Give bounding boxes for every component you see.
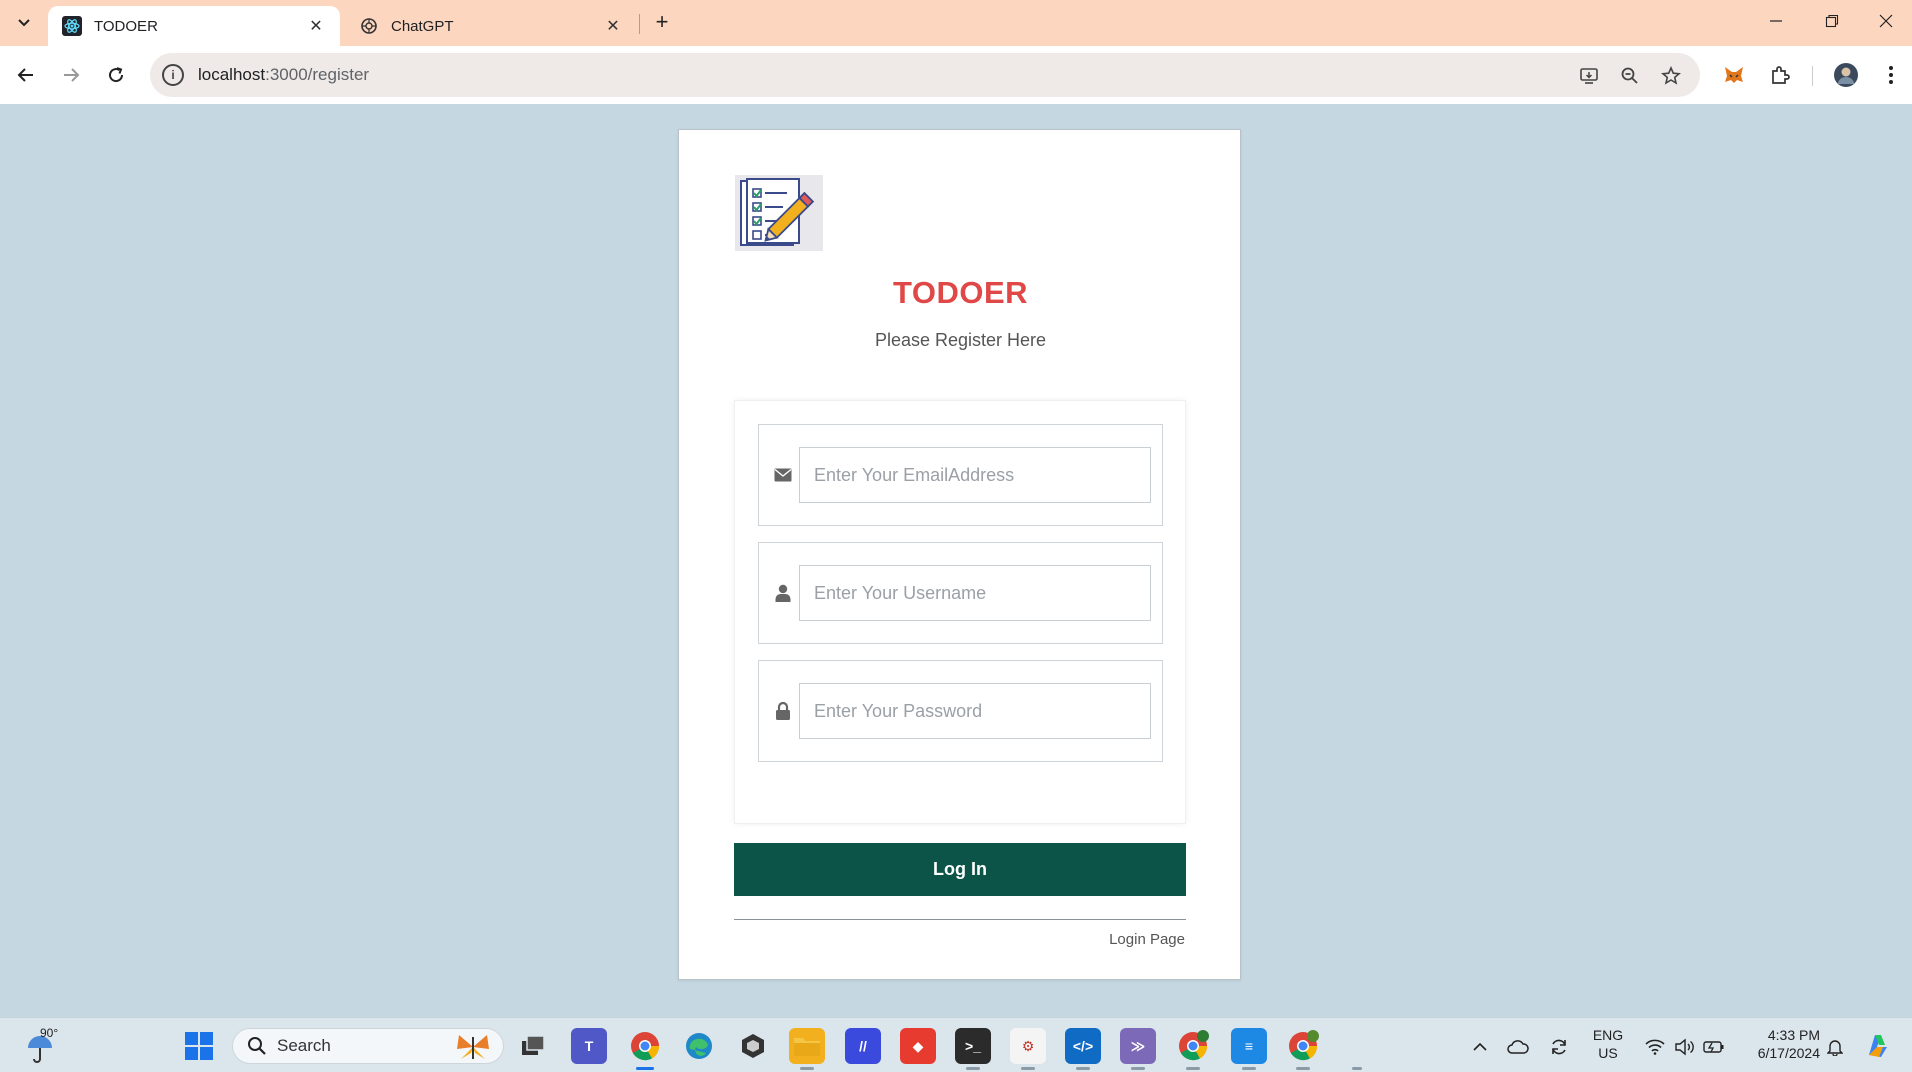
chevron-down-icon [18, 19, 30, 27]
git-app-icon[interactable]: ◆ [900, 1028, 936, 1064]
app-indicator [1186, 1067, 1200, 1070]
database-tool-icon[interactable]: ⚙ [1010, 1028, 1046, 1064]
password-field-group [758, 660, 1163, 762]
log-in-button[interactable]: Log In [734, 843, 1186, 896]
reload-button[interactable] [100, 59, 132, 91]
lock-icon [771, 699, 795, 723]
file-explorer-icon[interactable] [789, 1028, 825, 1064]
url-text[interactable]: localhost:3000/register [198, 65, 369, 85]
sync-icon[interactable] [1547, 1035, 1571, 1059]
onedrive-icon[interactable] [1506, 1035, 1530, 1059]
user-icon [771, 581, 795, 605]
todo-checklist-logo [735, 175, 823, 251]
minimize-icon [1770, 20, 1782, 22]
windows-logo-icon [185, 1032, 213, 1060]
clock[interactable]: 4:33 PM 6/17/2024 [1742, 1026, 1820, 1062]
start-button[interactable] [181, 1028, 217, 1064]
profile-avatar[interactable] [1830, 59, 1862, 91]
butterfly-icon [457, 1035, 489, 1059]
close-tab-icon[interactable]: ✕ [306, 16, 326, 36]
app-indicator [1021, 1067, 1035, 1070]
tab-todoer[interactable]: TODOER ✕ [48, 6, 340, 46]
browser-tab-bar: TODOER ✕ ChatGPT ✕ + [0, 0, 1912, 46]
vscode-icon[interactable]: </> [1065, 1028, 1101, 1064]
react-icon [62, 16, 82, 36]
notification-bell-icon[interactable] [1823, 1035, 1847, 1059]
back-button[interactable] [10, 59, 42, 91]
tab-search-button[interactable] [9, 8, 39, 36]
zoom-icon[interactable] [1617, 63, 1643, 89]
browser-toolbar: i localhost:3000/register [0, 46, 1912, 104]
extensions-puzzle-icon[interactable] [1764, 59, 1796, 91]
weather-widget[interactable]: 90° [22, 1026, 72, 1066]
close-tab-icon[interactable]: ✕ [603, 16, 623, 36]
chrome-profile-h-icon[interactable] [1285, 1028, 1321, 1064]
app-indicator [800, 1067, 814, 1070]
minimize-button[interactable] [1748, 0, 1804, 42]
page-viewport: TODOER Please Register Here Enter Your E… [0, 104, 1912, 1017]
bookmark-star-icon[interactable] [1658, 63, 1684, 89]
search-icon [247, 1036, 267, 1056]
register-card: TODOER Please Register Here Enter Your E… [678, 129, 1241, 980]
new-tab-button[interactable]: + [648, 8, 676, 36]
weather-temp: 90° [40, 1026, 59, 1040]
app-indicator [966, 1067, 980, 1070]
chrome-icon[interactable] [627, 1028, 663, 1064]
forward-button[interactable] [55, 59, 87, 91]
divider [734, 919, 1186, 920]
postman-app-icon[interactable]: ≫ [1120, 1028, 1156, 1064]
register-form [734, 400, 1186, 824]
tab-title: ChatGPT [391, 17, 454, 35]
chevron-up-icon[interactable] [1468, 1035, 1492, 1059]
install-app-icon[interactable] [1576, 63, 1602, 89]
app-indicator [1131, 1067, 1145, 1070]
metamask-extension-icon[interactable] [1718, 59, 1750, 91]
chatgpt-icon [359, 16, 379, 36]
teams-icon[interactable]: T [571, 1028, 607, 1064]
username-input[interactable] [799, 565, 1151, 621]
toolbar-separator [1812, 66, 1813, 86]
search-label: Search [277, 1036, 331, 1055]
restore-icon [1825, 14, 1839, 28]
page-subtitle: Please Register Here [874, 330, 1047, 350]
chrome-profile-r-icon[interactable] [1175, 1028, 1211, 1064]
address-bar[interactable]: i localhost:3000/register [150, 53, 1700, 97]
close-icon [1879, 14, 1893, 28]
brand-title: TODOER [892, 275, 1029, 310]
notepad-icon[interactable]: ≡ [1231, 1028, 1267, 1064]
arrow-right-icon [64, 68, 80, 82]
language-indicator[interactable]: ENG US [1588, 1026, 1628, 1062]
restore-button[interactable] [1804, 0, 1860, 42]
close-window-button[interactable] [1860, 0, 1912, 42]
copilot-icon[interactable] [1860, 1028, 1896, 1064]
tab-chatgpt[interactable]: ChatGPT ✕ [345, 6, 637, 46]
password-input[interactable] [799, 683, 1151, 739]
email-input[interactable] [799, 447, 1151, 503]
battery-icon[interactable] [1702, 1035, 1726, 1059]
terminal-icon[interactable]: >_ [955, 1028, 991, 1064]
unity-icon[interactable] [735, 1028, 771, 1064]
email-field-group [758, 424, 1163, 526]
tab-divider [639, 14, 640, 34]
windows-taskbar: 90° Search T // ◆ >_ ⚙ </> ≫ ≡ ENG US 4:… [0, 1017, 1912, 1072]
taskbar-search[interactable]: Search [232, 1028, 504, 1064]
task-view-icon[interactable] [515, 1028, 551, 1064]
arrow-left-icon [17, 68, 33, 82]
active-app-indicator [636, 1067, 654, 1070]
edge-icon[interactable] [681, 1028, 717, 1064]
wifi-icon[interactable] [1643, 1035, 1667, 1059]
app-indicator [1296, 1067, 1310, 1070]
envelope-icon [771, 463, 795, 487]
app-indicator [1242, 1067, 1256, 1070]
app-indicator [1352, 1067, 1362, 1070]
login-page-link[interactable]: Login Page [1109, 931, 1185, 948]
site-info-icon[interactable]: i [162, 64, 184, 86]
tab-title: TODOER [94, 17, 158, 35]
visual-studio-app-icon[interactable]: // [845, 1028, 881, 1064]
username-field-group [758, 542, 1163, 644]
browser-menu-icon[interactable] [1875, 59, 1907, 91]
volume-icon[interactable] [1672, 1035, 1696, 1059]
reload-icon [109, 67, 124, 83]
app-indicator [1076, 1067, 1090, 1070]
